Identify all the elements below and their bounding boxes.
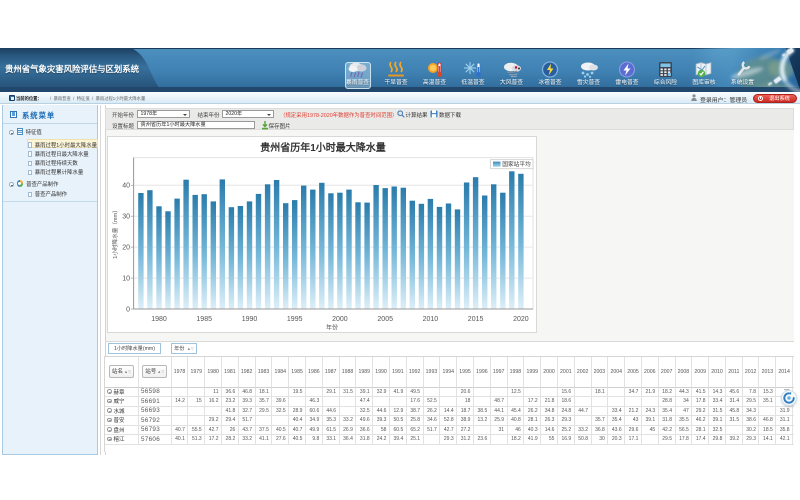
- svg-text:1990: 1990: [242, 316, 258, 323]
- svg-text:1985: 1985: [196, 316, 212, 323]
- svg-text:年份: 年份: [326, 324, 338, 332]
- svg-text:国家站平均: 国家站平均: [502, 160, 531, 168]
- svg-text:2000: 2000: [332, 316, 348, 323]
- svg-text:2015: 2015: [468, 316, 484, 323]
- svg-text:0: 0: [126, 306, 130, 313]
- svg-text:贵州省历年1小时最大降水量: 贵州省历年1小时最大降水量: [260, 141, 386, 154]
- svg-text:2010: 2010: [423, 316, 439, 323]
- svg-text:1980: 1980: [151, 316, 167, 323]
- svg-text:2005: 2005: [377, 316, 393, 323]
- svg-text:1995: 1995: [287, 316, 303, 323]
- svg-text:10: 10: [122, 275, 130, 282]
- svg-text:30: 30: [122, 214, 130, 221]
- svg-text:20: 20: [122, 244, 130, 251]
- svg-text:1小时降水量（mm）: 1小时降水量（mm）: [111, 207, 119, 259]
- svg-text:40: 40: [122, 183, 130, 190]
- svg-text:2020: 2020: [513, 316, 529, 323]
